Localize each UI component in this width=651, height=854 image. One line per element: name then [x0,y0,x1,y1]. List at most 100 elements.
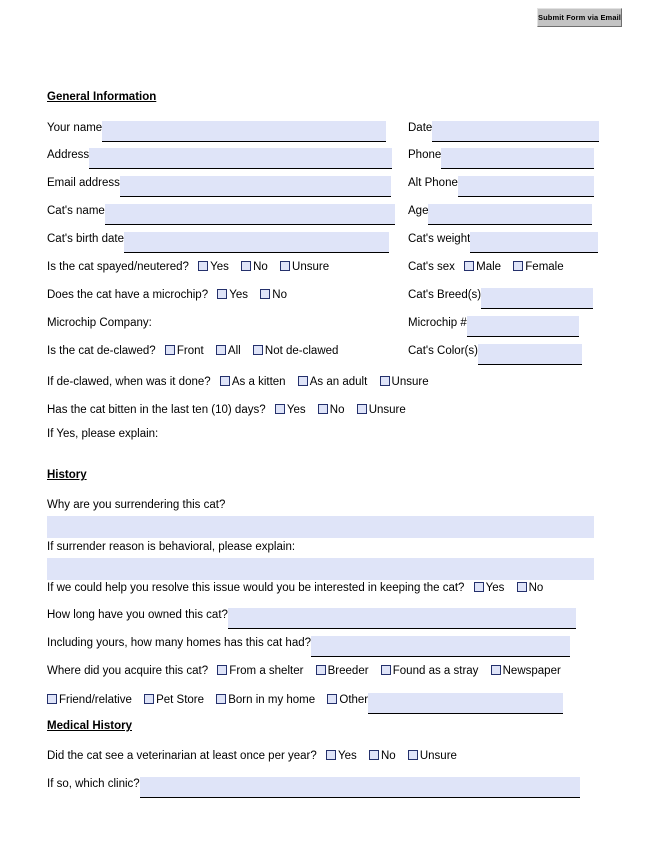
row-address: Address [47,148,393,169]
checkbox-box-icon[interactable] [274,404,285,414]
checkbox-box-icon[interactable] [380,665,391,675]
input-acquire-other[interactable] [368,693,564,714]
textarea-behavioral-explain[interactable] [47,558,594,580]
checkbox-box-icon[interactable] [144,694,155,704]
checkbox-acquire-shelter[interactable]: From a shelter [217,664,303,679]
row-date: Date [408,121,600,142]
label-phone: Phone [408,149,442,161]
checkbox-acquire-stray[interactable]: Found as a stray [380,664,478,679]
checkbox-box-icon[interactable] [241,261,252,271]
checkbox-box-icon[interactable] [217,289,228,299]
input-how-many-homes[interactable] [311,636,571,657]
input-date[interactable] [432,121,600,142]
input-phone[interactable] [441,148,595,169]
checkbox-label: Female [525,261,564,273]
section-heading-history: History [47,469,87,481]
checkbox-box-icon[interactable] [464,261,475,271]
row-declawed-when: If de-clawed, when was it done? As a kit… [47,375,438,390]
checkbox-resolve-no[interactable]: No [516,581,543,596]
input-cats-name[interactable] [104,204,395,225]
checkbox-bitten-unsure[interactable]: Unsure [356,403,406,418]
input-alt-phone[interactable] [457,176,594,197]
checkbox-declawed-all[interactable]: All [215,344,241,359]
checkbox-box-icon[interactable] [215,345,226,355]
row-which-clinic: If so, which clinic? [47,777,580,798]
label-cats-weight: Cat's weight [408,233,471,245]
checkbox-box-icon[interactable] [473,582,484,592]
checkbox-resolve-yes[interactable]: Yes [473,581,504,596]
checkbox-declawed-not[interactable]: Not de-clawed [252,344,338,359]
checkbox-bitten-yes[interactable]: Yes [274,403,306,418]
checkbox-acquire-born-home[interactable]: Born in my home [216,693,315,708]
checkbox-box-icon[interactable] [260,289,271,299]
checkbox-microchip-no[interactable]: No [260,288,287,303]
checkbox-box-icon[interactable] [407,750,418,760]
checkbox-sex-male[interactable]: Male [464,260,501,275]
label-vet-question: Did the cat see a veterinarian at least … [47,750,317,762]
textarea-why-surrender[interactable] [47,516,594,538]
checkbox-box-icon[interactable] [315,665,326,675]
checkbox-declawed-front[interactable]: Front [164,344,204,359]
input-cats-breeds[interactable] [481,288,594,309]
row-how-many-homes: Including yours, how many homes has this… [47,636,571,657]
label-microchip-number: Microchip # [408,317,467,329]
checkbox-box-icon[interactable] [47,694,57,704]
checkbox-when-adult[interactable]: As an adult [297,375,367,390]
checkbox-box-icon[interactable] [164,345,175,355]
checkbox-box-icon[interactable] [327,694,338,704]
checkbox-spayed-unsure[interactable]: Unsure [280,260,329,275]
checkbox-label: Yes [337,750,357,762]
label-alt-phone: Alt Phone [408,177,458,189]
checkbox-vet-no[interactable]: No [368,749,396,764]
checkbox-box-icon[interactable] [368,750,379,760]
input-your-name[interactable] [102,121,387,142]
checkbox-box-icon[interactable] [317,404,328,414]
checkbox-label: Newspaper [502,665,561,677]
checkbox-acquire-other[interactable]: Other [327,693,368,708]
checkbox-box-icon[interactable] [379,376,390,386]
checkbox-acquire-newspaper[interactable]: Newspaper [490,664,561,679]
row-spayed-neutered: Is the cat spayed/neutered? Yes No Unsur… [47,260,338,275]
checkbox-box-icon[interactable] [356,404,367,414]
input-address[interactable] [89,148,393,169]
row-cats-sex: Cat's sex Male Female [408,260,573,275]
checkbox-vet-unsure[interactable]: Unsure [407,749,457,764]
label-resolve-question: If we could help you resolve this issue … [47,582,465,594]
checkbox-spayed-yes[interactable]: Yes [198,260,229,275]
input-email-address[interactable] [119,176,391,197]
checkbox-vet-yes[interactable]: Yes [325,749,357,764]
input-cats-colors[interactable] [477,344,582,365]
checkbox-box-icon[interactable] [219,376,230,386]
input-which-clinic[interactable] [139,777,580,798]
checkbox-box-icon[interactable] [325,750,336,760]
checkbox-bitten-no[interactable]: No [317,403,345,418]
checkbox-box-icon[interactable] [490,665,501,675]
checkbox-acquire-petstore[interactable]: Pet Store [144,693,204,708]
checkbox-box-icon[interactable] [280,261,291,271]
checkbox-sex-female[interactable]: Female [513,260,564,275]
checkbox-microchip-yes[interactable]: Yes [217,288,248,303]
checkbox-acquire-friend[interactable]: Friend/relative [47,693,132,708]
row-cats-weight: Cat's weight [408,232,599,253]
checkbox-acquire-breeder[interactable]: Breeder [315,664,369,679]
checkbox-box-icon[interactable] [516,582,527,592]
label-your-name: Your name [47,122,103,134]
checkbox-box-icon[interactable] [513,261,524,271]
checkbox-spayed-no[interactable]: No [241,260,268,275]
input-how-long-owned[interactable] [227,608,576,629]
checkbox-when-unsure[interactable]: Unsure [379,375,429,390]
input-cats-birth-date[interactable] [124,232,389,253]
checkbox-box-icon[interactable] [217,665,228,675]
input-microchip-number[interactable] [466,316,579,337]
label-which-clinic: If so, which clinic? [47,778,140,790]
input-age[interactable] [428,204,593,225]
checkbox-box-icon[interactable] [252,345,263,355]
row-acquire-cat-2: Friend/relative Pet Store Born in my hom… [47,693,564,714]
checkbox-box-icon[interactable] [198,261,209,271]
checkbox-box-icon[interactable] [297,376,308,386]
label-spayed-question: Is the cat spayed/neutered? [47,261,189,273]
checkbox-box-icon[interactable] [216,694,227,704]
input-cats-weight[interactable] [470,232,599,253]
label-declawed-question: Is the cat de-clawed? [47,345,156,357]
checkbox-when-kitten[interactable]: As a kitten [219,375,286,390]
